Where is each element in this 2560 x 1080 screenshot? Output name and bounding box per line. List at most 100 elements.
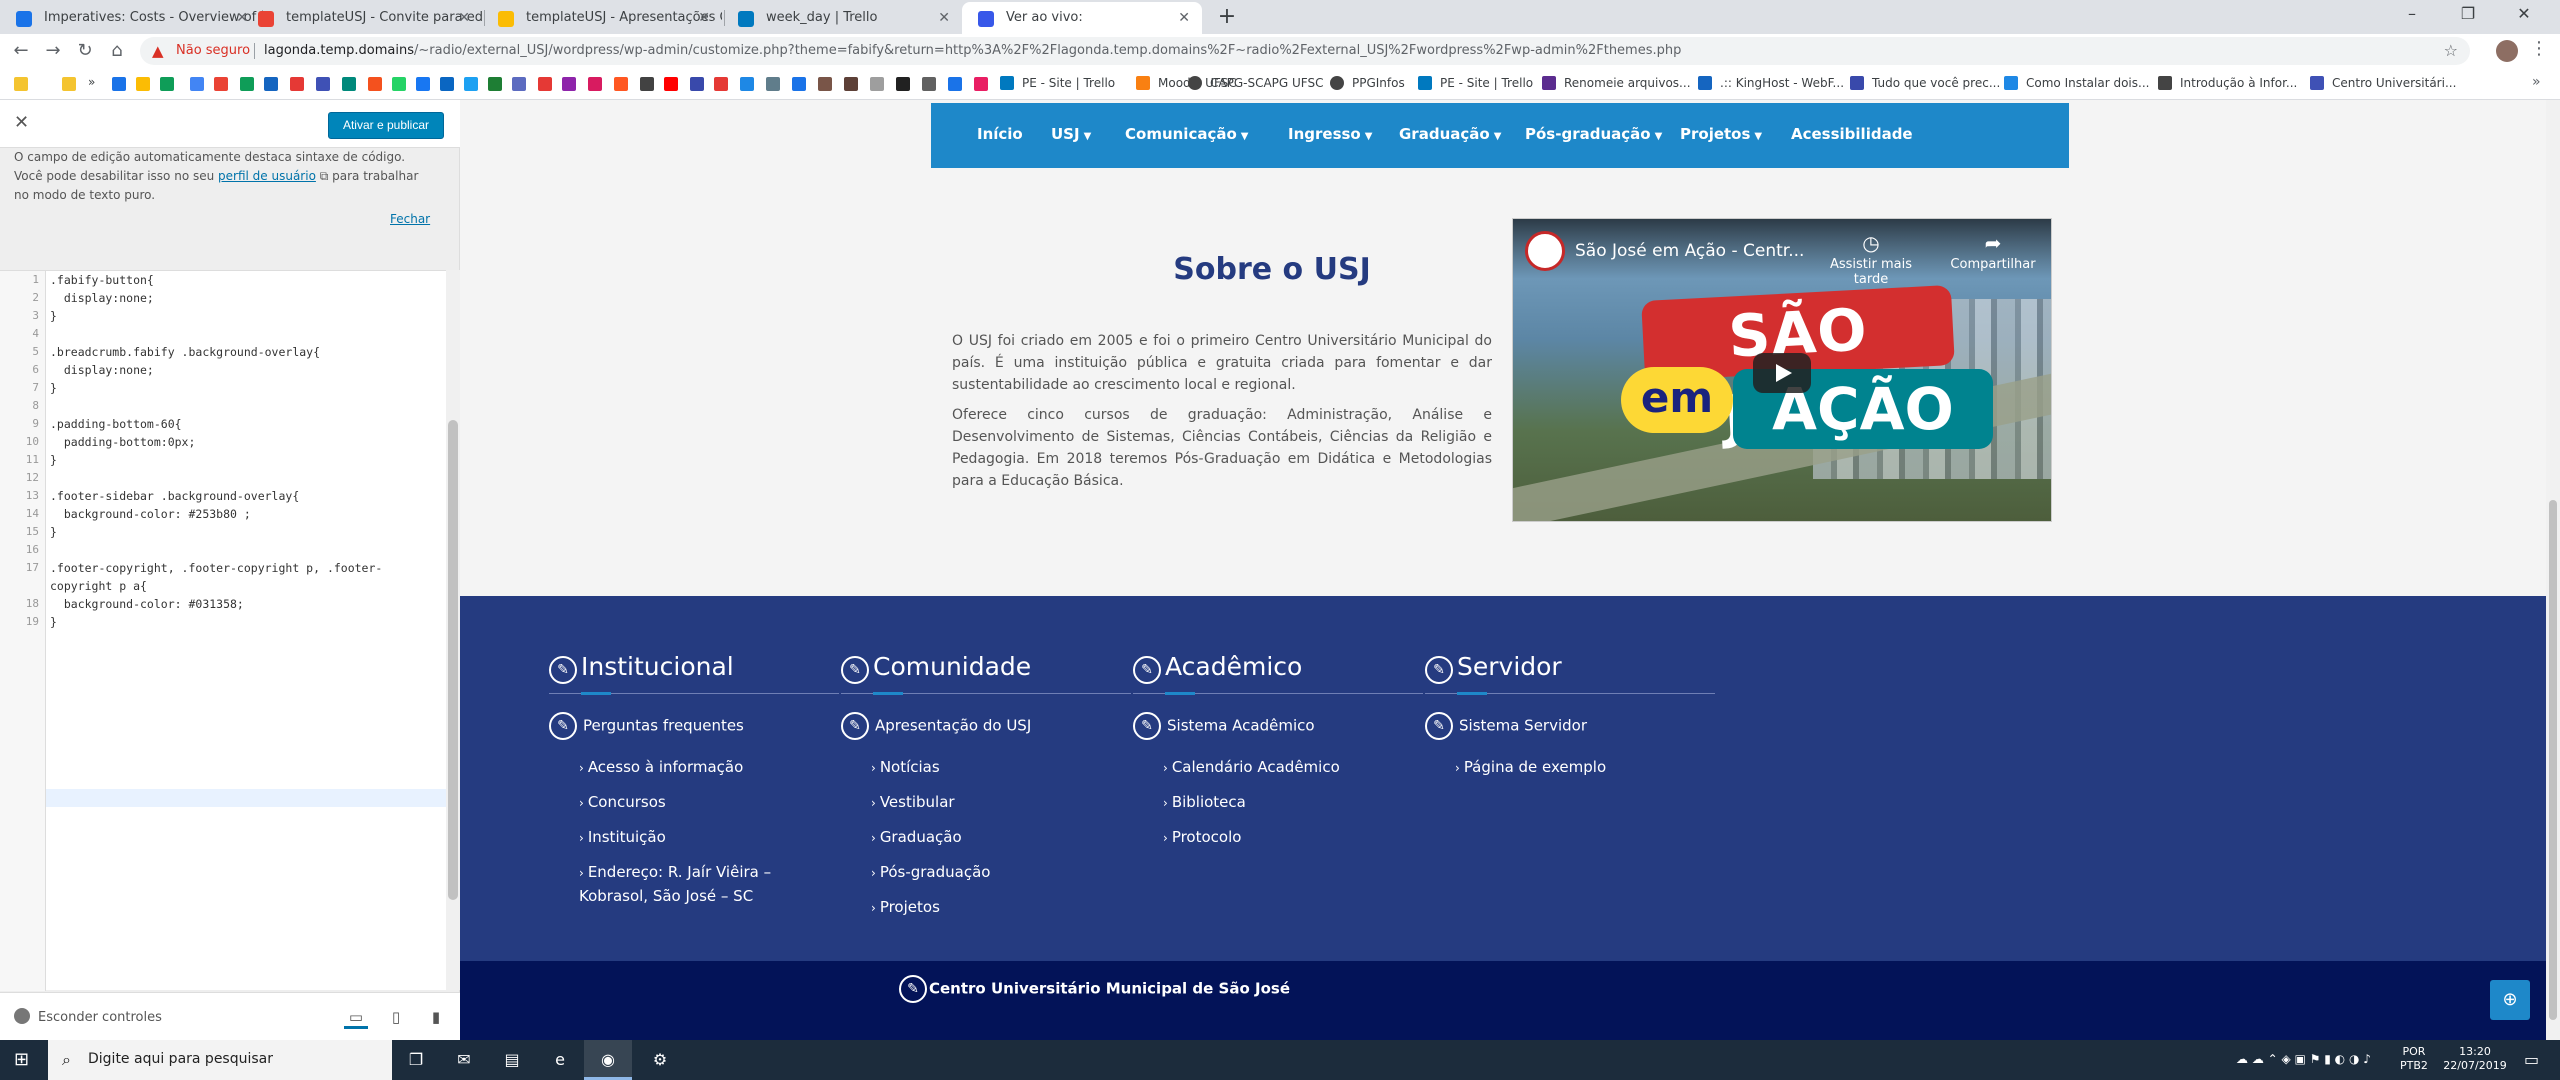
- bookmark-app-icon[interactable]: [190, 77, 204, 91]
- language-indicator[interactable]: POR PTB2: [2400, 1045, 2428, 1073]
- code-line[interactable]: .fabify-button{: [50, 273, 154, 287]
- play-button-icon[interactable]: [1753, 353, 1811, 393]
- code-line[interactable]: }: [50, 309, 57, 323]
- footer-link[interactable]: ✎ Sistema Acadêmico: [1133, 712, 1423, 740]
- share-button[interactable]: ➦ Compartilhar: [1933, 231, 2051, 272]
- app-icon[interactable]: ⚙: [636, 1040, 684, 1080]
- code-line[interactable]: display:none;: [50, 291, 154, 305]
- watch-later-button[interactable]: ◷ Assistir mais tarde: [1811, 231, 1931, 287]
- bookmark-app-icon[interactable]: [640, 77, 654, 91]
- youtube-video-embed[interactable]: São José em Ação - Centr... ◷ Assistir ma…: [1512, 218, 2052, 522]
- bookmark-app-icon[interactable]: [870, 77, 884, 91]
- footer-link[interactable]: › Acesso à informação: [579, 756, 841, 780]
- code-line[interactable]: background-color: #253b80 ;: [50, 507, 251, 521]
- footer-link[interactable]: ✎ Apresentação do USJ: [841, 712, 1131, 740]
- code-line[interactable]: background-color: #031358;: [50, 597, 244, 611]
- close-notice-link[interactable]: Fechar: [390, 212, 430, 226]
- bookmark-app-icon[interactable]: [264, 77, 278, 91]
- code-line[interactable]: display:none;: [50, 363, 154, 377]
- nav-graduacao[interactable]: Graduação ▼: [1399, 125, 1501, 143]
- bookmark-item[interactable]: Como Instalar dois...: [2004, 76, 2149, 90]
- bookmark-app-icon[interactable]: [214, 77, 228, 91]
- bookmark-app-icon[interactable]: [112, 77, 126, 91]
- system-tray[interactable]: ☁ ☁ ⌃ ◈ ▣ ⚑ ▮ ◐ ◑ ♪: [2236, 1052, 2371, 1066]
- bookmark-item[interactable]: .:: KingHost - WebF...: [1698, 76, 1844, 90]
- tab-close-icon[interactable]: ✕: [938, 2, 950, 34]
- tab-template-apresentacoes[interactable]: templateUSJ - Apresentações Go ✕: [482, 2, 722, 34]
- close-customizer-icon[interactable]: ✕: [14, 112, 29, 133]
- reload-icon[interactable]: ↻: [72, 38, 98, 64]
- bookmark-app-icon[interactable]: [316, 77, 330, 91]
- preview-scrollbar[interactable]: [2546, 100, 2560, 1040]
- bookmark-app-icon[interactable]: [160, 77, 174, 91]
- tab-trello[interactable]: week_day | Trello ✕: [722, 2, 962, 34]
- bookmark-app-icon[interactable]: [792, 77, 806, 91]
- bookmark-app-icon[interactable]: [896, 77, 910, 91]
- insecure-label[interactable]: Não seguro: [176, 43, 250, 58]
- bookmark-app-icon[interactable]: [714, 77, 728, 91]
- nav-acessibilidade[interactable]: Acessibilidade: [1791, 125, 1913, 143]
- address-bar[interactable]: ▲ Não seguro lagonda.temp.domains/~radio…: [140, 37, 2470, 65]
- mobile-preview-icon[interactable]: ▮: [424, 1005, 448, 1029]
- url-text[interactable]: lagonda.temp.domains/~radio/external_USJ…: [264, 43, 1681, 58]
- back-to-top-button[interactable]: ⊕: [2490, 980, 2530, 1020]
- footer-link[interactable]: › Vestibular: [871, 791, 1133, 815]
- messenger-icon[interactable]: [416, 77, 430, 91]
- bookmark-app-icon[interactable]: [538, 77, 552, 91]
- tab-close-icon[interactable]: ✕: [1178, 2, 1190, 34]
- footer-link[interactable]: › Página de exemplo: [1455, 756, 1717, 780]
- code-line[interactable]: }: [50, 381, 57, 395]
- code-line[interactable]: .breadcrumb.fabify .background-overlay{: [50, 345, 320, 359]
- code-line[interactable]: }: [50, 525, 57, 539]
- bookmark-folder-icon[interactable]: [62, 77, 76, 91]
- bookmark-app-icon[interactable]: [844, 77, 858, 91]
- bookmark-item[interactable]: PE - Site | Trello: [1000, 76, 1115, 90]
- bookmark-app-icon[interactable]: [290, 77, 304, 91]
- bookmark-app-icon[interactable]: [588, 77, 602, 91]
- close-window-button[interactable]: ✕: [2496, 0, 2552, 30]
- forward-icon[interactable]: →: [40, 38, 66, 64]
- code-line[interactable]: }: [50, 453, 57, 467]
- code-line[interactable]: copyright p a{: [50, 579, 147, 593]
- publish-button[interactable]: Ativar e publicar: [328, 112, 444, 139]
- footer-link[interactable]: › Protocolo: [1163, 826, 1425, 850]
- nav-usj[interactable]: USJ ▼: [1051, 125, 1091, 143]
- footer-link[interactable]: › Pós-graduação: [871, 861, 1133, 885]
- bookmark-app-icon[interactable]: [818, 77, 832, 91]
- bookmark-app-icon[interactable]: [922, 77, 936, 91]
- tab-ver-ao-vivo[interactable]: Ver ao vivo: ✕: [962, 2, 1202, 34]
- footer-link[interactable]: › Concursos: [579, 791, 841, 815]
- footer-link[interactable]: › Calendário Acadêmico: [1163, 756, 1425, 780]
- bookmark-item[interactable]: Renomeie arquivos...: [1542, 76, 1691, 90]
- footer-link[interactable]: ✎ Perguntas frequentes: [549, 712, 839, 740]
- nav-projetos[interactable]: Projetos ▼: [1680, 125, 1762, 143]
- tab-close-icon[interactable]: ✕: [458, 2, 470, 34]
- footer-link[interactable]: › Graduação: [871, 826, 1133, 850]
- desktop-preview-icon[interactable]: ▭: [344, 1005, 368, 1029]
- bookmark-folder-icon[interactable]: [14, 77, 28, 91]
- bookmark-app-icon[interactable]: [136, 77, 150, 91]
- twitter-icon[interactable]: [464, 77, 478, 91]
- bookmark-app-icon[interactable]: [240, 77, 254, 91]
- footer-link[interactable]: ✎ Sistema Servidor: [1425, 712, 1715, 740]
- bookmark-item[interactable]: Centro Universitári...: [2310, 76, 2456, 90]
- notification-icon[interactable]: ▭: [2524, 1050, 2539, 1069]
- hide-controls-button[interactable]: Esconder controles: [14, 1008, 162, 1025]
- bookmark-app-icon[interactable]: [488, 77, 502, 91]
- task-view-icon[interactable]: ❐: [392, 1040, 440, 1080]
- scrollbar-thumb[interactable]: [448, 420, 458, 900]
- bookmark-item[interactable]: Tudo que você prec...: [1850, 76, 2000, 90]
- bookmark-app-icon[interactable]: [562, 77, 576, 91]
- new-tab-button[interactable]: +: [1212, 2, 1242, 32]
- edge-icon[interactable]: e: [536, 1040, 584, 1080]
- bookmark-app-icon[interactable]: [766, 77, 780, 91]
- linkedin-icon[interactable]: [440, 77, 454, 91]
- bookmark-item[interactable]: PPGInfos: [1330, 76, 1405, 90]
- code-line[interactable]: }: [50, 615, 57, 629]
- mail-icon[interactable]: ✉: [440, 1040, 488, 1080]
- bookmark-star-icon[interactable]: ☆: [2444, 41, 2458, 60]
- scrollbar-thumb[interactable]: [2549, 500, 2557, 1020]
- home-icon[interactable]: ⌂: [104, 38, 130, 64]
- tablet-preview-icon[interactable]: ▯: [384, 1005, 408, 1029]
- css-code-editor[interactable]: 1 2 3 4 5 6 7 8 9 10 11 12 13 14 15 16 17 18 19 .fabify-bu…: [0, 270, 446, 991]
